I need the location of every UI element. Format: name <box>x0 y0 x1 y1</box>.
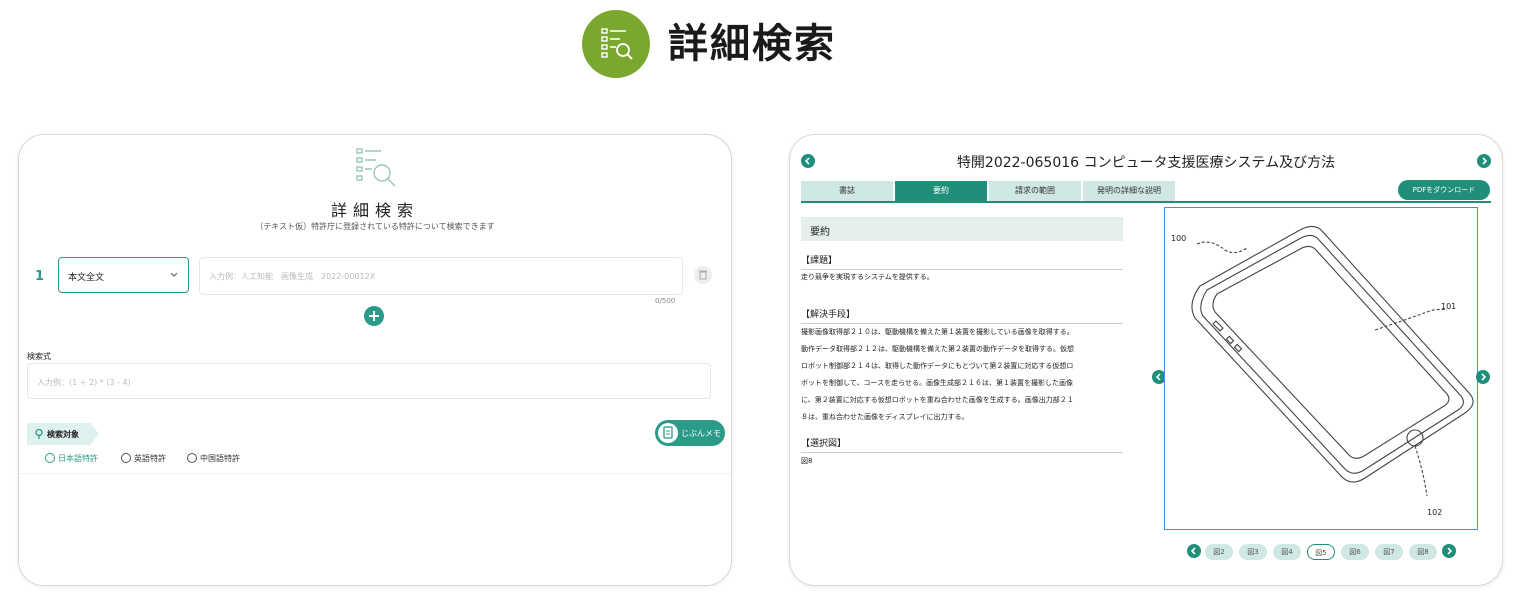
chevron-right-icon <box>1481 373 1487 381</box>
target-radio-label: 日本語特許 <box>58 454 98 463</box>
solution-line: 動作データ取得部２１２は、駆動機構を備えた第２装置の動作データを取得する。仮想 <box>801 345 1074 353</box>
trash-icon[interactable] <box>694 266 712 284</box>
check-circle-icon <box>45 453 55 463</box>
page-button-fig4[interactable]: 図4 <box>1273 544 1301 560</box>
search-list-icon <box>582 10 650 78</box>
phone-drawing <box>1191 225 1474 497</box>
memo-button[interactable]: じぶんメモ <box>655 420 725 446</box>
tab-underline <box>801 201 1491 203</box>
target-label: 検索対象 <box>47 430 79 439</box>
page-title: 詳細検索 <box>668 21 836 67</box>
chevron-left-icon <box>1155 373 1161 381</box>
pager-prev-button[interactable] <box>1187 544 1201 558</box>
figure-label-device: 100 <box>1171 234 1187 243</box>
target-radio-english[interactable]: 英語特許 <box>121 453 166 464</box>
search-subtitle: （テキスト仮）特許庁に登録されている特許について検索できます <box>255 222 495 231</box>
add-row-button[interactable] <box>364 306 384 326</box>
selection-heading: 【選択図】 <box>801 436 1123 453</box>
solution-line: 撮影画像取得部２１０は、駆動機構を備えた第１装置を撮影している画像を取得する。 <box>801 328 1074 336</box>
expression-input[interactable]: 入力例：(1 + 2) * (3 - 4) <box>27 363 711 399</box>
page-button-fig8[interactable]: 図8 <box>1409 544 1437 560</box>
field-select[interactable]: 本文全文 <box>58 257 189 293</box>
chevron-left-icon <box>1190 547 1196 555</box>
char-counter: 0/500 <box>655 297 676 305</box>
solution-line: ８は、重ね合わせた画像をディスプレイに出力する。 <box>801 413 969 421</box>
selection-text: 図8 <box>801 457 813 465</box>
field-select-value: 本文全文 <box>68 273 105 283</box>
search-title: 詳細検索 <box>330 201 419 220</box>
chevron-down-icon <box>170 272 178 277</box>
page-button-fig3[interactable]: 図3 <box>1239 544 1267 560</box>
keyword-input[interactable]: 入力例：人工知能 画像生成 2022-00012X <box>199 257 683 295</box>
results-area <box>19 473 731 585</box>
radio-icon <box>121 453 131 463</box>
radio-icon <box>187 453 197 463</box>
target-radio-japanese[interactable]: 日本語特許 <box>45 453 98 464</box>
target-radio-chinese[interactable]: 中国語特許 <box>187 453 240 464</box>
memo-label: じぶんメモ <box>681 429 721 438</box>
page-button-fig2[interactable]: 図2 <box>1205 544 1233 560</box>
expression-label: 検索式 <box>27 352 51 361</box>
section-title: 要約 <box>810 227 830 238</box>
pager-next-button[interactable] <box>1442 544 1456 558</box>
search-panel: 詳細検索 （テキスト仮）特許庁に登録されている特許について検索できます 1 本文… <box>18 134 732 586</box>
plus-icon <box>369 311 379 321</box>
tab-bibliography[interactable]: 書誌 <box>801 181 893 201</box>
solution-text: 撮影画像取得部２１０は、駆動機構を備えた第１装置を撮影している画像を取得する。 … <box>801 324 1131 426</box>
search-list-icon <box>354 147 400 189</box>
figure-viewer: 100 101 102 <box>1164 207 1478 530</box>
solution-heading: 【解決手段】 <box>801 307 1123 324</box>
document-panel: 特開2022-065016 コンピュータ支援医療システム及び方法 書誌 要約 請… <box>789 134 1503 586</box>
next-figure-button[interactable] <box>1476 370 1490 384</box>
document-icon <box>658 423 678 443</box>
target-label-tag: 検索対象 <box>27 423 99 445</box>
solution-line: ボットを制御して、コースを走らせる。画像生成部２１６は、第１装置を撮影した画像 <box>801 379 1073 387</box>
figure-label-screen: 101 <box>1441 302 1457 311</box>
target-radio-label: 中国語特許 <box>200 454 240 463</box>
keyword-placeholder: 入力例：人工知能 画像生成 2022-00012X <box>209 272 376 281</box>
solution-line: に、第２装置に対応する仮想ロボットを重ね合わせた画像を生成する。画像出力部２１ <box>801 396 1074 404</box>
section-header: 要約 <box>801 217 1123 241</box>
tab-claims[interactable]: 請求の範囲 <box>989 181 1081 201</box>
tab-description[interactable]: 発明の詳細な説明 <box>1083 181 1175 201</box>
pdf-download-button[interactable]: PDFをダウンロード <box>1398 180 1490 200</box>
problem-heading: 【課題】 <box>801 253 1123 270</box>
solution-line: ロボット制御部２１４は、取得した動作データにもとづいて第２装置に対応する仮想ロ <box>801 362 1074 370</box>
target-radio-label: 英語特許 <box>134 454 166 463</box>
document-title: 特開2022-065016 コンピュータ支援医療システム及び方法 <box>956 155 1336 171</box>
chevron-right-icon <box>1447 547 1453 555</box>
chevron-right-icon <box>1482 157 1488 165</box>
expression-placeholder: 入力例：(1 + 2) * (3 - 4) <box>37 378 131 387</box>
problem-text: 走り競争を実現するシステムを提供する。 <box>801 273 934 281</box>
page-button-fig7[interactable]: 図7 <box>1375 544 1403 560</box>
page-button-fig6[interactable]: 図6 <box>1341 544 1369 560</box>
page-button-fig5[interactable]: 図5 <box>1307 544 1335 560</box>
tab-abstract[interactable]: 要約 <box>895 181 987 201</box>
figure-label-button: 102 <box>1427 508 1443 517</box>
next-document-button[interactable] <box>1477 154 1491 168</box>
row-number: 1 <box>35 269 45 284</box>
pin-icon <box>35 428 43 439</box>
